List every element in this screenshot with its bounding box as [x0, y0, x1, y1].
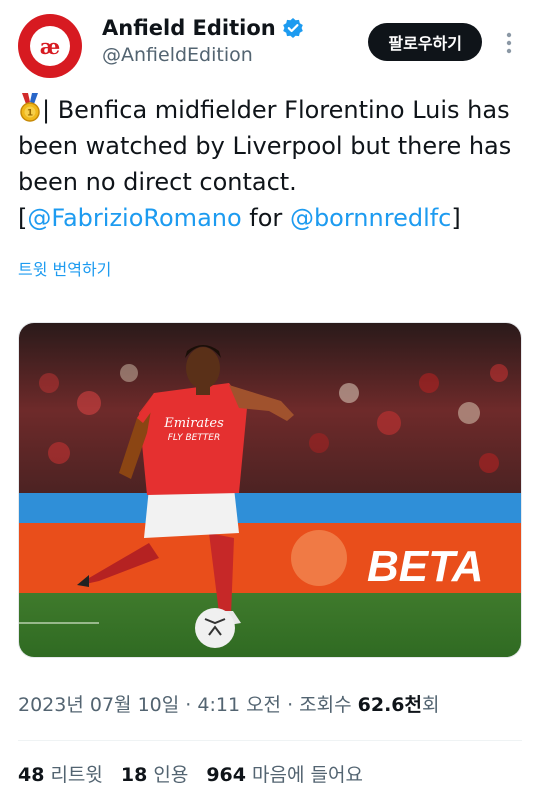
- meta-separator: ·: [281, 694, 300, 716]
- translate-tweet-link[interactable]: 트윗 번역하기: [18, 256, 111, 280]
- likes-label: 마음에 들어요: [252, 764, 363, 786]
- author-info: Anfield Edition @AnfieldEdition: [102, 16, 304, 66]
- meta-separator: ·: [179, 694, 198, 716]
- tweet-text: 1 | Benfica midfielder Florentino Luis h…: [18, 92, 522, 236]
- tweet-header: æ Anfield Edition @AnfieldEdition 팔로우하기: [18, 14, 522, 82]
- divider: [18, 740, 522, 741]
- tweet-meta: 2023년 07월 10일 · 4:11 오전 · 조회수 62.6천회: [18, 690, 439, 717]
- medal-icon: 1: [20, 93, 40, 122]
- anfield-edition-logo-icon: æ: [30, 26, 70, 66]
- shirt-sponsor-sub: FLY BETTER: [168, 433, 220, 443]
- mention-bornnredlfc[interactable]: @bornnredlfc: [290, 204, 451, 232]
- board-text: BETA: [367, 542, 484, 591]
- avatar-text: æ: [39, 33, 61, 59]
- display-name-row: Anfield Edition: [102, 16, 304, 40]
- views-suffix: 회: [422, 694, 440, 716]
- retweets-stat[interactable]: 48 리트윗: [18, 760, 103, 787]
- retweets-label: 리트윗: [50, 764, 103, 786]
- tweet-stats: 48 리트윗 18 인용 964 마음에 들어요: [18, 760, 363, 787]
- views-label: 조회수: [299, 694, 358, 716]
- mention-fabrizioromano[interactable]: @FabrizioRomano: [27, 204, 241, 232]
- quotes-stat[interactable]: 18 인용: [121, 760, 188, 787]
- retweets-count: 48: [18, 764, 45, 786]
- tweet-media-image[interactable]: BETA Emirates FLY BETTER: [18, 322, 522, 658]
- display-name[interactable]: Anfield Edition: [102, 16, 276, 40]
- likes-stat[interactable]: 964 마음에 들어요: [206, 760, 363, 787]
- svg-text:1: 1: [27, 109, 33, 119]
- handle[interactable]: @AnfieldEdition: [102, 44, 304, 66]
- footballer-photo: BETA Emirates FLY BETTER: [19, 323, 521, 657]
- tweet-time[interactable]: 4:11 오전: [197, 694, 281, 716]
- tweet-text-mid: for: [241, 204, 290, 232]
- verified-badge-icon: [282, 18, 303, 38]
- avatar[interactable]: æ: [18, 14, 82, 78]
- views-count: 62.6천: [357, 694, 422, 716]
- quotes-count: 18: [120, 764, 148, 786]
- quotes-label: 인용: [153, 764, 189, 786]
- tweet-text-end: ]: [451, 204, 461, 232]
- tweet-date[interactable]: 2023년 07월 10일: [18, 694, 179, 716]
- shirt-sponsor: Emirates: [163, 416, 224, 431]
- more-options-icon[interactable]: [500, 30, 518, 56]
- likes-count: 964: [206, 764, 246, 786]
- follow-button[interactable]: 팔로우하기: [368, 23, 482, 61]
